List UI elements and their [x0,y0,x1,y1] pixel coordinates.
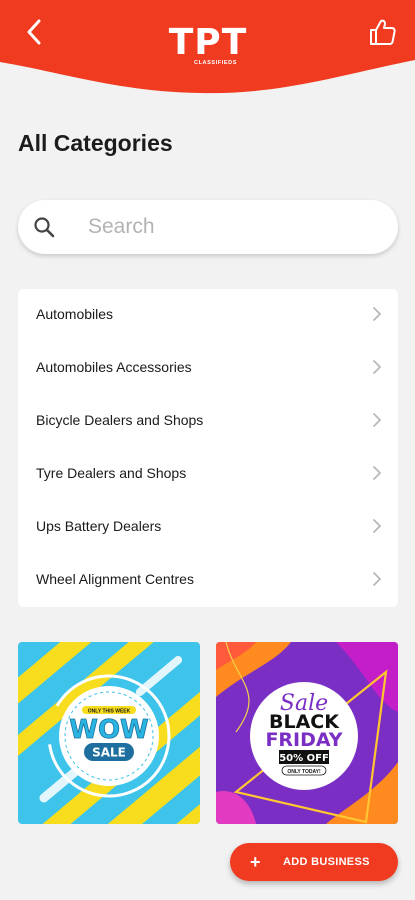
black-friday-banner[interactable]: Sale BLACK FRIDAY 50% OFF ONLY TODAY! [216,642,398,824]
logo-subtext: CLASSIFIEDS [194,60,237,66]
search-input[interactable] [88,208,378,246]
category-item[interactable]: Automobiles [18,289,398,342]
bf-friday-text: FRIDAY [265,729,342,751]
add-business-label: ADD BUSINESS [283,856,370,868]
like-button[interactable] [365,14,401,50]
category-item[interactable]: Automobiles Accessories [18,342,398,395]
app-header: TPT CLASSIFIEDS [0,0,415,100]
chevron-right-icon [373,466,381,480]
category-item[interactable]: Bicycle Dealers and Shops [18,395,398,448]
wow-sale-banner[interactable]: ONLY THIS WEEK WOW SALE [18,642,200,824]
category-label: Tyre Dealers and Shops [36,465,187,481]
bf-note-text: ONLY TODAY! [287,769,321,775]
back-button[interactable] [18,14,50,50]
bf-discount-text: 50% OFF [279,753,329,764]
black-friday-artwork: Sale BLACK FRIDAY 50% OFF ONLY TODAY! [216,642,398,824]
category-label: Automobiles Accessories [36,359,192,375]
category-item[interactable]: Ups Battery Dealers [18,501,398,554]
category-label: Wheel Alignment Centres [36,571,194,587]
page-title: All Categories [18,130,173,156]
category-label: Automobiles [36,306,114,322]
wow-title: WOW [69,715,148,745]
chevron-right-icon [373,360,381,374]
logo-text: TPT [168,22,248,63]
thumbs-up-icon [370,19,396,45]
chevron-right-icon [373,307,381,321]
wow-subtitle: SALE [92,746,126,760]
category-list: Automobiles Automobiles Accessories Bicy… [18,289,398,607]
category-label: Bicycle Dealers and Shops [36,412,204,428]
category-item[interactable]: Wheel Alignment Centres [18,554,398,607]
chevron-right-icon [373,519,381,533]
category-label: Ups Battery Dealers [36,518,162,534]
app-logo: TPT CLASSIFIEDS [160,24,256,72]
search-bar[interactable] [18,200,398,254]
wow-top-text: ONLY THIS WEEK [88,709,131,715]
chevron-right-icon [373,413,381,427]
plus-icon: + [250,851,261,872]
wow-sale-artwork: ONLY THIS WEEK WOW SALE [18,642,200,824]
add-business-button[interactable]: + ADD BUSINESS [230,843,398,881]
chevron-left-icon [27,19,41,45]
category-item[interactable]: Tyre Dealers and Shops [18,448,398,501]
chevron-right-icon [373,572,381,586]
search-icon [34,217,55,238]
